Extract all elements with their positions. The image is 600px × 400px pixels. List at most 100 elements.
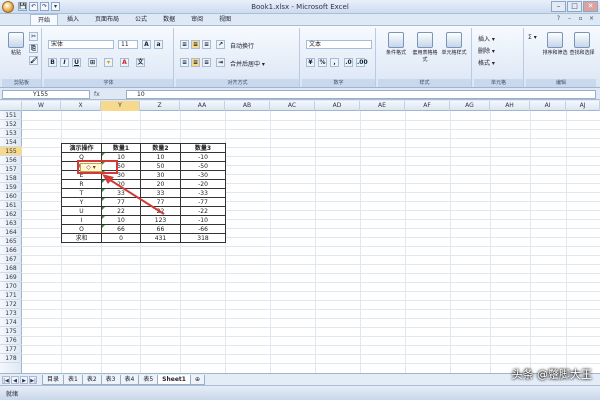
- row-header[interactable]: 170: [0, 282, 22, 291]
- row-header[interactable]: 167: [0, 255, 22, 264]
- first-sheet-icon[interactable]: |◀: [2, 376, 10, 384]
- row-header[interactable]: 171: [0, 291, 22, 300]
- copy-icon[interactable]: ⎘: [29, 44, 38, 53]
- doc-minimize-icon[interactable]: –: [565, 15, 574, 23]
- table-cell[interactable]: 30: [140, 170, 181, 180]
- undo-icon[interactable]: ↶: [29, 2, 38, 11]
- row-header[interactable]: 157: [0, 165, 22, 174]
- row-header[interactable]: 162: [0, 210, 22, 219]
- customize-qat-icon[interactable]: ▾: [51, 2, 60, 11]
- align-middle-icon[interactable]: ≡: [191, 40, 200, 49]
- table-cell[interactable]: 431: [140, 233, 181, 243]
- tab-view[interactable]: 视图: [212, 14, 238, 25]
- number-format-select[interactable]: 文本: [306, 40, 372, 49]
- tab-data[interactable]: 数据: [156, 14, 182, 25]
- table-cell[interactable]: 22: [101, 206, 141, 216]
- underline-button[interactable]: U: [72, 58, 81, 67]
- sheet-tab[interactable]: 表1: [63, 375, 83, 385]
- table-cell[interactable]: I: [61, 215, 102, 225]
- phonetic-icon[interactable]: 文: [136, 58, 145, 67]
- row-header[interactable]: 156: [0, 156, 22, 165]
- comma-button[interactable]: ,: [330, 58, 339, 67]
- table-cell[interactable]: 20: [140, 179, 181, 189]
- italic-button[interactable]: I: [60, 58, 69, 67]
- insert-sheet-icon[interactable]: ⊕: [189, 375, 205, 385]
- last-sheet-icon[interactable]: ▶|: [29, 376, 37, 384]
- office-button[interactable]: [2, 1, 14, 13]
- column-header[interactable]: Y: [101, 101, 140, 111]
- row-header[interactable]: 160: [0, 192, 22, 201]
- font-name-select[interactable]: 宋体: [48, 40, 114, 49]
- row-header[interactable]: 152: [0, 120, 22, 129]
- table-cell[interactable]: -20: [180, 179, 226, 189]
- help-icon[interactable]: ?: [554, 15, 563, 23]
- sort-filter-button[interactable]: 排序和筛选: [542, 32, 568, 56]
- column-header[interactable]: Z: [140, 101, 180, 111]
- row-header[interactable]: 169: [0, 273, 22, 282]
- border-icon[interactable]: ⊞: [88, 58, 97, 67]
- table-cell[interactable]: -10: [180, 215, 226, 225]
- percent-button[interactable]: %: [318, 58, 327, 67]
- table-cell[interactable]: 123: [140, 215, 181, 225]
- row-header[interactable]: 164: [0, 228, 22, 237]
- table-cell[interactable]: -77: [180, 197, 226, 207]
- minimize-button[interactable]: –: [551, 1, 566, 12]
- bold-button[interactable]: B: [48, 58, 57, 67]
- error-smart-tag[interactable]: ◇ ▾: [80, 163, 102, 172]
- name-box[interactable]: Y155: [2, 90, 90, 99]
- sheet-tab[interactable]: 表5: [138, 375, 159, 385]
- header-cell[interactable]: 数量3: [180, 143, 226, 153]
- table-cell[interactable]: U: [61, 206, 102, 216]
- table-cell[interactable]: Y: [61, 197, 102, 207]
- format-as-table-button[interactable]: 套用表格格式: [411, 32, 439, 63]
- tab-review[interactable]: 审阅: [184, 14, 210, 25]
- row-header[interactable]: 151: [0, 111, 22, 120]
- format-cells-button[interactable]: 格式 ▾: [478, 58, 495, 67]
- table-cell[interactable]: 77: [101, 197, 141, 207]
- sheet-tab[interactable]: 表3: [100, 375, 121, 385]
- table-cell[interactable]: 22: [140, 206, 181, 216]
- fx-icon[interactable]: fx: [94, 90, 124, 99]
- align-center-icon[interactable]: ≡: [191, 58, 200, 67]
- header-cell[interactable]: 数量1: [101, 143, 141, 153]
- table-cell[interactable]: 66: [101, 224, 141, 234]
- find-select-button[interactable]: 查找和选择: [569, 32, 595, 56]
- prev-sheet-icon[interactable]: ◀: [11, 376, 19, 384]
- font-color-icon[interactable]: A: [120, 58, 129, 67]
- table-cell[interactable]: R: [61, 179, 102, 189]
- wrap-text-button[interactable]: 自动换行: [230, 41, 254, 50]
- table-cell[interactable]: 66: [140, 224, 181, 234]
- table-cell[interactable]: 77: [140, 197, 181, 207]
- tab-insert[interactable]: 插入: [60, 14, 86, 25]
- cell-area[interactable]: 演示操作数量1数量2数量3Q1010-10W5050-50E3030-30R20…: [22, 111, 600, 373]
- tab-formulas[interactable]: 公式: [128, 14, 154, 25]
- doc-restore-icon[interactable]: ▫: [576, 15, 585, 23]
- column-header[interactable]: AI: [530, 101, 566, 111]
- shrink-font-icon[interactable]: a: [154, 40, 163, 49]
- worksheet-grid[interactable]: W X Y Z AA AB AC AD AE AF AG AH AI AJ 15…: [0, 101, 600, 373]
- table-cell[interactable]: 33: [140, 188, 181, 198]
- row-header[interactable]: 165: [0, 237, 22, 246]
- format-painter-icon[interactable]: 🖌: [29, 56, 38, 65]
- cell-styles-button[interactable]: 单元格样式: [440, 32, 468, 56]
- column-header[interactable]: AH: [490, 101, 530, 111]
- column-header[interactable]: AD: [315, 101, 360, 111]
- currency-icon[interactable]: ¥: [306, 58, 315, 67]
- table-cell[interactable]: -33: [180, 188, 226, 198]
- row-header[interactable]: 161: [0, 201, 22, 210]
- tab-page-layout[interactable]: 页面布局: [88, 14, 126, 25]
- merge-center-button[interactable]: 合并后居中 ▾: [230, 59, 265, 68]
- grow-font-icon[interactable]: A: [142, 40, 151, 49]
- insert-cells-button[interactable]: 插入 ▾: [478, 34, 495, 43]
- next-sheet-icon[interactable]: ▶: [20, 376, 28, 384]
- row-header[interactable]: 175: [0, 327, 22, 336]
- row-header[interactable]: 166: [0, 246, 22, 255]
- table-cell[interactable]: -50: [180, 161, 226, 171]
- doc-close-icon[interactable]: ×: [587, 15, 596, 23]
- redo-icon[interactable]: ↷: [40, 2, 49, 11]
- maximize-button[interactable]: □: [567, 1, 582, 12]
- orientation-icon[interactable]: ↗: [216, 40, 225, 49]
- column-header[interactable]: X: [61, 101, 101, 111]
- row-header[interactable]: 155: [0, 147, 22, 156]
- row-header[interactable]: 158: [0, 174, 22, 183]
